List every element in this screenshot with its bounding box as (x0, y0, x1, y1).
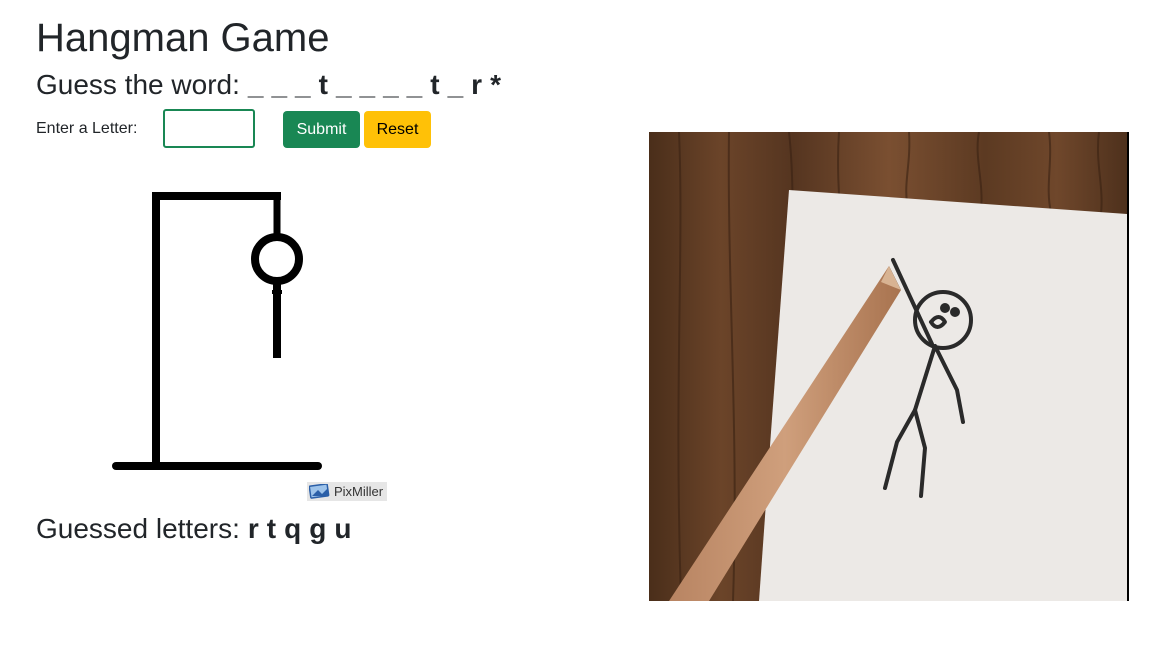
reset-button[interactable]: Reset (364, 111, 431, 148)
word-prompt: Guess the word: (36, 69, 240, 100)
word-slot: * (490, 69, 501, 100)
word-slot: _ (295, 69, 311, 100)
word-slot: r (471, 69, 483, 100)
word-slot: _ (247, 69, 264, 100)
word-slot: _ (335, 69, 352, 100)
guessed-letter: t (266, 513, 277, 544)
word-slot: _ (271, 69, 288, 100)
letter-input-label: Enter a Letter: (36, 120, 138, 137)
word-slot: _ (406, 69, 423, 100)
stickman-illustration (649, 132, 1129, 601)
word-slot: t (430, 69, 440, 100)
guessed-letter: g (309, 513, 327, 544)
pencil-drawing-image (649, 132, 1129, 601)
page-title: Hangman Game (36, 16, 330, 60)
hangman-drawing (112, 192, 322, 470)
letter-input[interactable] (163, 109, 255, 148)
guessed-letters: Guessed letters: r t q g u (36, 512, 351, 546)
watermark-text: PixMiller (334, 484, 384, 499)
pixmiller-logo-icon (309, 484, 330, 499)
hangman-head (251, 233, 303, 285)
submit-button[interactable]: Submit (283, 111, 360, 148)
word-slot: _ (359, 69, 376, 100)
word-display: Guess the word: _ _ _ t _ _ _ _ t _ r * (36, 68, 501, 102)
word-slot: _ (447, 69, 464, 100)
guessed-letter: q (284, 513, 302, 544)
hangman-page: Hangman Game Guess the word: _ _ _ t _ _ _ _ t _ r *… (0, 0, 1159, 650)
watermark: PixMiller (307, 482, 387, 501)
word-slot: t (318, 69, 328, 100)
word-slot: _ (383, 69, 399, 100)
guessed-letter: r (247, 513, 259, 544)
guessed-letter: u (334, 513, 352, 544)
guessed-label: Guessed letters: (36, 513, 240, 544)
